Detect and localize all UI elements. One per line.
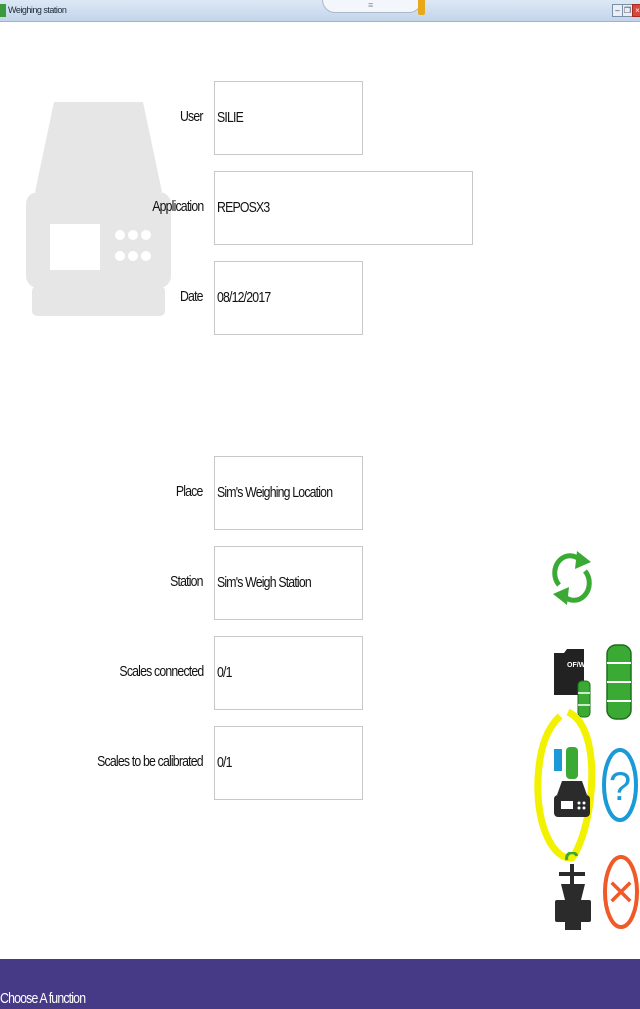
title-bar: Weighing station ≡ – ❐ × [0,0,640,22]
scales-connected-field[interactable]: 0/1 [214,636,363,710]
date-label: Date [180,288,204,305]
scales-connected-label: Scales connected [119,663,204,680]
user-label: User [180,108,204,125]
station-field[interactable]: Sim's Weigh Station [214,546,363,620]
scale-watermark-icon [26,102,171,316]
tab-handle-icon: ≡ [368,0,374,10]
application-label: Application [151,198,204,215]
station-label: Station [170,573,203,590]
valve-icon[interactable] [555,852,591,930]
place-value: Sim's Weighing Location [217,484,333,501]
station-value: Sim's Weigh Station [217,574,312,591]
scale-weighing-icon[interactable] [552,745,592,821]
application-field[interactable]: REPOSX3 [214,171,473,245]
cancel-glyph: ✕ [606,873,636,914]
cancel-icon[interactable]: ✕ [603,855,639,929]
scales-to-calibrate-label: Scales to be calibrated [97,753,203,770]
place-field[interactable]: Sim's Weighing Location [214,456,363,530]
place-label: Place [176,483,203,500]
work-order-badge: OF/WO [567,662,591,669]
scales-to-calibrate-field[interactable]: 0/1 [214,726,363,800]
help-glyph: ? [609,765,631,809]
drums-icon[interactable] [605,643,633,721]
refresh-icon[interactable] [551,545,593,611]
app-icon [0,4,6,17]
pin-marker-icon[interactable] [418,0,425,15]
scales-to-calibrate-value: 0/1 [217,754,232,771]
dock-tab-handle[interactable]: ≡ [322,0,422,13]
date-value: 08/12/2017 [217,289,271,306]
user-field[interactable]: SILIE [214,81,363,155]
application-value: REPOSX3 [217,199,270,216]
help-icon[interactable]: ? [602,748,638,822]
user-value: SILIE [217,109,244,126]
window-title: Weighing station [8,5,67,15]
status-bar: Choose A function [0,959,640,1009]
close-window-button[interactable]: × [632,4,640,17]
date-field[interactable]: 08/12/2017 [214,261,363,335]
scales-connected-value: 0/1 [217,664,232,681]
status-text: Choose A function [0,990,86,1007]
